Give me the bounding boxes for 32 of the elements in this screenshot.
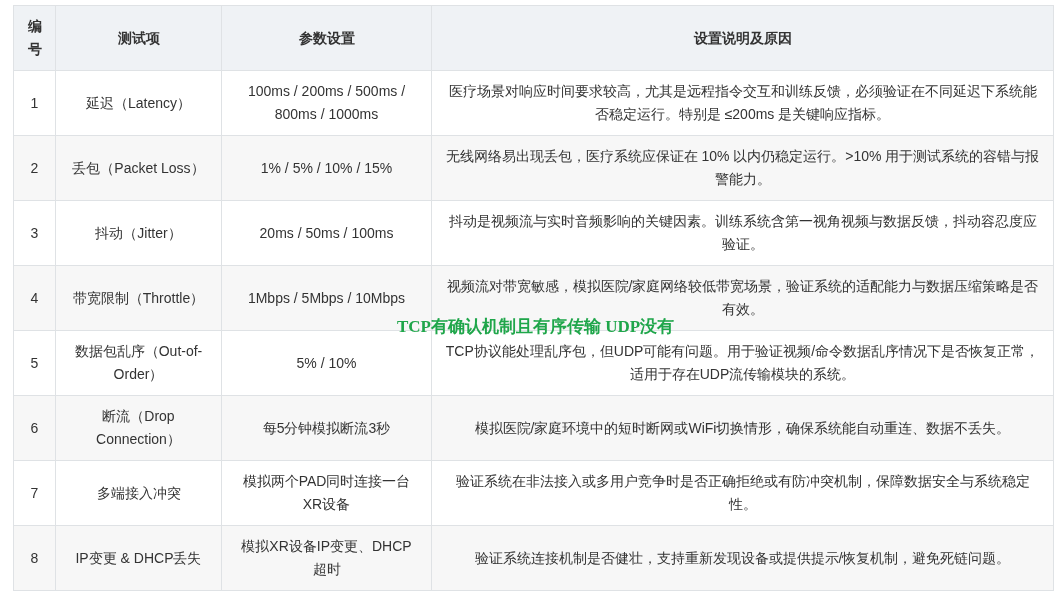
table-cell: 多端接入冲突	[55, 460, 222, 526]
table-cell: 验证系统在非法接入或多用户竞争时是否正确拒绝或有防冲突机制，保障数据安全与系统稳定性。	[431, 460, 1054, 526]
table-cell: 5	[13, 330, 56, 396]
column-header: 编号	[13, 5, 56, 71]
table-cell: 6	[13, 395, 56, 461]
column-header: 设置说明及原因	[431, 5, 1054, 71]
table-cell: 20ms / 50ms / 100ms	[221, 200, 432, 266]
table-cell: 抖动是视频流与实时音频影响的关键因素。训练系统含第一视角视频与数据反馈，抖动容忍度应验证。	[431, 200, 1054, 266]
table-cell: 2	[13, 135, 56, 201]
table-cell: 7	[13, 460, 56, 526]
table-cell: 医疗场景对响应时间要求较高，尤其是远程指令交互和训练反馈，必须验证在不同延迟下系统能否稳定运行。特别是 ≤200ms 是关键响应指标。	[431, 70, 1054, 136]
table-cell: 模拟XR设备IP变更、DHCP超时	[221, 525, 432, 591]
table-cell: 100ms / 200ms / 500ms / 800ms / 1000ms	[221, 70, 432, 136]
table-cell: 延迟（Latency）	[55, 70, 222, 136]
column-header: 参数设置	[221, 5, 432, 71]
table-cell: 1	[13, 70, 56, 136]
table-cell: 丢包（Packet Loss）	[55, 135, 222, 201]
table-cell: 4	[13, 265, 56, 331]
table-cell: 模拟医院/家庭环境中的短时断网或WiFi切换情形，确保系统能自动重连、数据不丢失。	[431, 395, 1054, 461]
table-cell: 模拟两个PAD同时连接一台XR设备	[221, 460, 432, 526]
table-cell: 验证系统连接机制是否健壮，支持重新发现设备或提供提示/恢复机制，避免死链问题。	[431, 525, 1054, 591]
table-cell: IP变更 & DHCP丢失	[55, 525, 222, 591]
table-cell: 数据包乱序（Out-of-Order）	[55, 330, 222, 396]
table-cell: 3	[13, 200, 56, 266]
table-cell: 带宽限制（Throttle）	[55, 265, 222, 331]
column-header: 测试项	[55, 5, 222, 71]
table-cell: 断流（Drop Connection）	[55, 395, 222, 461]
table-cell: 抖动（Jitter）	[55, 200, 222, 266]
table-cell: 1% / 5% / 10% / 15%	[221, 135, 432, 201]
table-cell: 8	[13, 525, 56, 591]
table-cell: 每5分钟模拟断流3秒	[221, 395, 432, 461]
table-cell: 无线网络易出现丢包，医疗系统应保证在 10% 以内仍稳定运行。>10% 用于测试系统的容错与报警能力。	[431, 135, 1054, 201]
